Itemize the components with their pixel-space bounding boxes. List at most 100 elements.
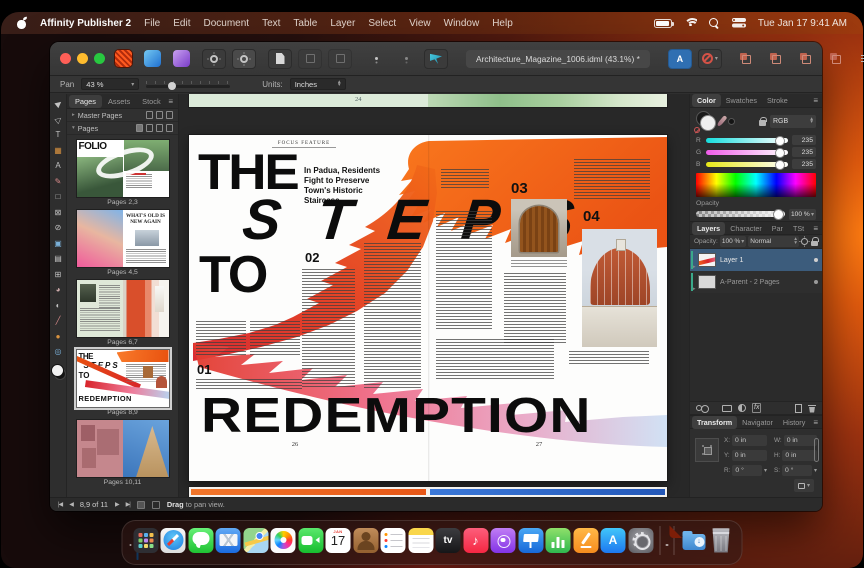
- duplicate-page-icon[interactable]: [156, 124, 163, 132]
- menu-edit[interactable]: Edit: [173, 18, 190, 29]
- layers-opacity-value[interactable]: 100 %▾: [720, 236, 746, 247]
- dock-app-store[interactable]: A: [601, 528, 626, 553]
- next-page-button[interactable]: ▶: [115, 501, 119, 508]
- dock-music[interactable]: ♪: [463, 528, 488, 553]
- thumbnail-pages-2-3[interactable]: FOLIO: [77, 140, 169, 197]
- layer-fx-gear-icon[interactable]: [801, 238, 808, 245]
- menu-text[interactable]: Text: [262, 18, 280, 29]
- view-tool[interactable]: ●: [52, 330, 65, 343]
- table-tool[interactable]: ▦: [52, 144, 65, 157]
- colour-picker-tool[interactable]: ╱: [52, 314, 65, 327]
- tab-navigator[interactable]: Navigator: [737, 416, 778, 429]
- panel-menu-icon[interactable]: ≡: [813, 96, 820, 105]
- page-indicator[interactable]: 8,9 of 11: [80, 500, 108, 509]
- dock-downloads[interactable]: ↓: [681, 528, 706, 553]
- dock-messages[interactable]: [188, 528, 213, 553]
- transparency-tool[interactable]: ◐: [52, 299, 65, 312]
- tab-paragraph[interactable]: Par: [767, 222, 788, 235]
- no-style-button[interactable]: ▾: [698, 49, 722, 69]
- document-title[interactable]: Architecture_Magazine_1006.idml (43.1%) …: [466, 50, 650, 68]
- pen-tool[interactable]: ✎: [52, 175, 65, 188]
- menu-window[interactable]: Window: [444, 18, 480, 29]
- expand-layer-icon[interactable]: ▸: [693, 286, 696, 292]
- layer-visibility-toggle[interactable]: [814, 258, 818, 262]
- vector-crop-tool[interactable]: ⊞: [52, 268, 65, 281]
- x-input[interactable]: 0 in: [732, 435, 767, 446]
- lock-icon[interactable]: [759, 117, 766, 126]
- move-forward-button[interactable]: [794, 49, 818, 69]
- color-spectrum[interactable]: [696, 173, 816, 197]
- tab-pages[interactable]: Pages: [69, 95, 102, 108]
- delete-master-icon[interactable]: [166, 111, 173, 119]
- transform-options-button[interactable]: ▾: [794, 479, 814, 492]
- preview-mode-button[interactable]: [424, 49, 448, 69]
- dock-system-settings[interactable]: [628, 528, 653, 553]
- add-master-icon[interactable]: [146, 111, 153, 119]
- dock-mail[interactable]: [216, 528, 241, 553]
- blend-mode-select[interactable]: Normal▴▾: [748, 236, 799, 247]
- duplicate-master-icon[interactable]: [156, 111, 163, 119]
- tab-text-styles[interactable]: TSt: [788, 222, 809, 235]
- opacity-slider[interactable]: [696, 211, 785, 217]
- eyedropper-icon[interactable]: [717, 115, 728, 127]
- document-canvas[interactable]: 24: [179, 94, 689, 497]
- tab-color[interactable]: Color: [692, 94, 721, 107]
- dock-notes[interactable]: [408, 528, 433, 553]
- blue-slider[interactable]: [706, 162, 788, 167]
- pin-alt-button[interactable]: [394, 49, 418, 69]
- menu-clock[interactable]: Tue Jan 17 9:41 AM: [758, 18, 847, 29]
- minimize-window-button[interactable]: [77, 53, 88, 64]
- layer-effects-icon[interactable]: fx: [752, 403, 761, 413]
- snap-option2-button[interactable]: [328, 49, 352, 69]
- control-center-icon[interactable]: [732, 18, 746, 28]
- dock-launchpad[interactable]: [133, 528, 158, 553]
- link-dimensions-toggle[interactable]: [814, 438, 819, 462]
- preferences-button[interactable]: [202, 49, 226, 69]
- opacity-value[interactable]: 100 %▾: [789, 209, 816, 220]
- character-style-button[interactable]: A: [668, 49, 692, 69]
- page-thumbnail-item[interactable]: Pages 6,7: [77, 280, 169, 346]
- h-input[interactable]: 0 in: [782, 450, 817, 461]
- menu-help[interactable]: Help: [492, 18, 513, 29]
- frame-text-tool[interactable]: T: [52, 128, 65, 141]
- alignment-button[interactable]: [854, 49, 864, 69]
- master-pages-row[interactable]: ▸ Master Pages: [67, 109, 178, 122]
- adjustment-layer-icon[interactable]: [738, 404, 746, 412]
- red-slider[interactable]: [706, 138, 788, 143]
- picked-color-swatch[interactable]: [728, 118, 735, 125]
- delete-page-icon[interactable]: [166, 124, 173, 132]
- menu-select[interactable]: Select: [368, 18, 396, 29]
- layer-row-selected[interactable]: ▸ Layer 1: [690, 249, 822, 271]
- panel-menu-icon[interactable]: ≡: [168, 97, 176, 106]
- dock-calendar[interactable]: JAN17: [326, 528, 351, 553]
- thumbnail-pages-8-9-selected[interactable]: THE STEPS TO REDEMPTION: [77, 350, 169, 407]
- first-page-button[interactable]: |◀: [58, 501, 62, 508]
- anchor-point-selector[interactable]: [695, 438, 719, 462]
- tab-history[interactable]: History: [778, 416, 810, 429]
- previous-page-button[interactable]: ◀: [69, 501, 73, 508]
- fill-stroke-swatch[interactable]: [696, 111, 716, 131]
- dock-pages[interactable]: [573, 528, 598, 553]
- fill-tool[interactable]: ◕: [52, 283, 65, 296]
- dock-contacts[interactable]: [353, 528, 378, 553]
- artistic-text-tool[interactable]: A: [52, 159, 65, 172]
- tab-stock[interactable]: Stock: [136, 95, 166, 108]
- panel-menu-icon[interactable]: ≡: [813, 418, 820, 427]
- mask-layer-icon[interactable]: [722, 405, 732, 412]
- next-spread-edge[interactable]: [189, 487, 667, 497]
- dock-maps[interactable]: [243, 528, 268, 553]
- close-window-button[interactable]: [60, 53, 71, 64]
- green-slider[interactable]: [706, 150, 788, 155]
- group-button[interactable]: [734, 49, 758, 69]
- tab-stroke[interactable]: Stroke: [762, 94, 793, 107]
- spread-pages-8-9[interactable]: FOCUS FEATURE THE In Padua, Residents Fi…: [189, 135, 667, 481]
- thumbnail-pages-6-7[interactable]: [77, 280, 169, 337]
- pages-section-row[interactable]: ▾ Pages: [67, 122, 178, 135]
- photo-persona-button[interactable]: [173, 50, 190, 67]
- snapping-button[interactable]: [268, 49, 292, 69]
- add-page-icon[interactable]: [146, 124, 153, 132]
- menu-document[interactable]: Document: [203, 18, 249, 29]
- menu-table[interactable]: Table: [293, 18, 317, 29]
- delete-layer-icon[interactable]: [808, 404, 816, 413]
- panel-menu-icon[interactable]: ≡: [813, 224, 820, 233]
